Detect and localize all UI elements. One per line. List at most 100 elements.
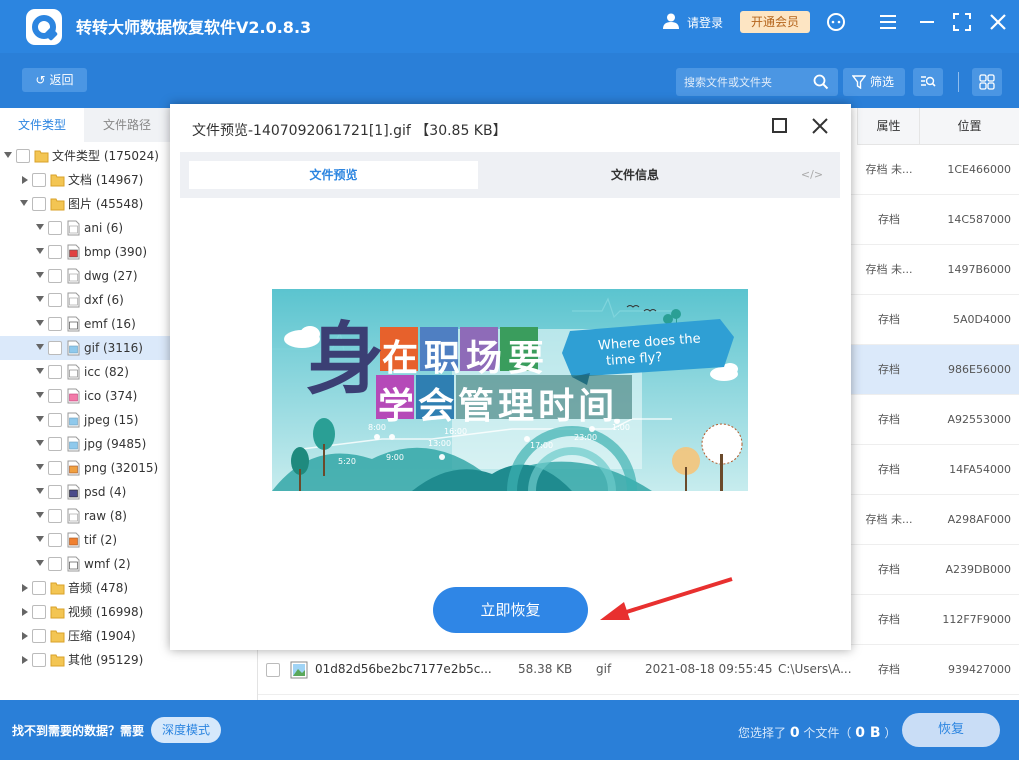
filter-button[interactable]: 筛选 <box>843 68 905 96</box>
expand-arrow-icon[interactable] <box>22 632 28 640</box>
tree-checkbox[interactable] <box>48 533 62 547</box>
collapse-arrow-icon[interactable] <box>36 296 44 302</box>
file-name: 01d82d56be2bc7177e2b5c... <box>315 662 492 676</box>
tree-checkbox[interactable] <box>48 365 62 379</box>
login-link[interactable]: 请登录 <box>687 14 723 31</box>
restore-now-button[interactable]: 立即恢复 <box>433 587 588 633</box>
expand-arrow-icon[interactable] <box>22 656 28 664</box>
collapse-arrow-icon[interactable] <box>36 248 44 254</box>
recover-button[interactable]: 恢复 <box>902 713 1000 747</box>
tree-checkbox[interactable] <box>48 293 62 307</box>
tree-checkbox[interactable] <box>48 485 62 499</box>
collapse-arrow-icon[interactable] <box>36 464 44 470</box>
tree-checkbox[interactable] <box>48 341 62 355</box>
dialog-maximize-icon[interactable] <box>772 118 787 133</box>
tab-file-type[interactable]: 文件类型 <box>0 108 84 142</box>
blank-file-icon <box>66 292 81 308</box>
scan-search-button[interactable] <box>913 68 943 96</box>
tree-item-label: 压缩 (1904) <box>68 629 136 643</box>
tree-checkbox[interactable] <box>48 389 62 403</box>
collapse-arrow-icon[interactable] <box>36 272 44 278</box>
file-position: A92553000 <box>947 413 1011 426</box>
back-button[interactable]: ↺ 返回 <box>22 68 87 92</box>
title-bar: 转转大师数据恢复软件V2.0.8.3 请登录 开通会员 <box>0 0 1019 53</box>
tab-file-path[interactable]: 文件路径 <box>84 108 170 142</box>
tree-checkbox[interactable] <box>48 437 62 451</box>
tree-item[interactable]: 其他 (95129) <box>0 648 257 672</box>
collapse-arrow-icon[interactable] <box>36 392 44 398</box>
tree-checkbox[interactable] <box>48 461 62 475</box>
tree-checkbox[interactable] <box>48 245 62 259</box>
collapse-arrow-icon[interactable] <box>36 344 44 350</box>
toolbar-divider <box>958 72 959 92</box>
grid-view-icon <box>979 74 995 90</box>
collapse-arrow-icon[interactable] <box>4 152 12 158</box>
tree-checkbox[interactable] <box>32 629 46 643</box>
selection-mid: 个文件（ <box>803 726 852 740</box>
maximize-icon[interactable] <box>952 12 972 32</box>
tree-item-label: psd (4) <box>84 485 127 499</box>
deep-scan-hint: 找不到需要的数据？需要 <box>12 724 145 738</box>
collapse-arrow-icon[interactable] <box>36 224 44 230</box>
expand-arrow-icon[interactable] <box>22 608 28 616</box>
collapse-arrow-icon[interactable] <box>36 368 44 374</box>
vip-button[interactable]: 开通会员 <box>740 11 810 33</box>
preview-time-label: 5:20 <box>338 457 356 466</box>
preview-big-char: 身 <box>306 315 385 405</box>
tree-checkbox[interactable] <box>48 413 62 427</box>
app-logo-icon <box>26 9 62 45</box>
tree-checkbox[interactable] <box>48 557 62 571</box>
table-row[interactable]: 01d82d56be2bc7177e2b5c... 58.38 KB gif 2… <box>258 645 1019 695</box>
expand-arrow-icon[interactable] <box>22 176 28 184</box>
close-icon[interactable] <box>988 12 1008 32</box>
folder-icon <box>50 172 65 188</box>
tree-checkbox[interactable] <box>48 509 62 523</box>
minimize-icon[interactable] <box>917 12 937 32</box>
tab-file-preview[interactable]: 文件预览 <box>189 161 478 189</box>
tree-checkbox[interactable] <box>32 173 46 187</box>
file-attribute: 存档 <box>878 213 900 226</box>
search-input[interactable] <box>684 73 809 91</box>
collapse-arrow-icon[interactable] <box>36 512 44 518</box>
tree-checkbox[interactable] <box>48 317 62 331</box>
preview-time-label: 13:00 <box>428 439 452 448</box>
search-icon[interactable] <box>813 74 829 90</box>
file-position: 14C587000 <box>947 213 1011 226</box>
user-icon[interactable] <box>662 12 680 30</box>
tree-checkbox[interactable] <box>16 149 30 163</box>
collapse-arrow-icon[interactable] <box>36 416 44 422</box>
file-attribute: 存档 未... <box>865 163 913 176</box>
preview-line2: 学会管理时间 <box>378 386 619 427</box>
view-mode-button[interactable] <box>972 68 1002 96</box>
tree-checkbox[interactable] <box>32 605 46 619</box>
emf-file-icon <box>66 316 81 332</box>
row-checkbox[interactable] <box>266 663 280 677</box>
tab-file-info[interactable]: 文件信息 <box>485 161 785 189</box>
dialog-close-icon[interactable] <box>810 116 830 136</box>
tree-checkbox[interactable] <box>32 197 46 211</box>
column-header-attribute[interactable]: 属性 <box>857 108 919 145</box>
menu-icon[interactable] <box>878 12 898 32</box>
tree-checkbox[interactable] <box>48 269 62 283</box>
tree-item-label: bmp (390) <box>84 245 148 259</box>
collapse-arrow-icon[interactable] <box>36 440 44 446</box>
collapse-arrow-icon[interactable] <box>36 536 44 542</box>
deep-mode-button[interactable]: 深度模式 <box>151 717 221 743</box>
column-header-position[interactable]: 位置 <box>919 108 1019 145</box>
file-position: 1CE466000 <box>947 163 1011 176</box>
tree-checkbox[interactable] <box>48 221 62 235</box>
tree-item-label: png (32015) <box>84 461 159 475</box>
support-icon[interactable] <box>826 12 846 32</box>
collapse-arrow-icon[interactable] <box>20 200 28 206</box>
file-position: 14FA54000 <box>949 463 1011 476</box>
file-position: 112F7F9000 <box>942 613 1011 626</box>
tab-code-view[interactable]: </> <box>792 161 832 189</box>
selection-suffix: ） <box>884 726 897 740</box>
tree-checkbox[interactable] <box>32 653 46 667</box>
file-attribute: 存档 <box>878 663 900 676</box>
expand-arrow-icon[interactable] <box>22 584 28 592</box>
collapse-arrow-icon[interactable] <box>36 560 44 566</box>
tree-checkbox[interactable] <box>32 581 46 595</box>
collapse-arrow-icon[interactable] <box>36 320 44 326</box>
collapse-arrow-icon[interactable] <box>36 488 44 494</box>
